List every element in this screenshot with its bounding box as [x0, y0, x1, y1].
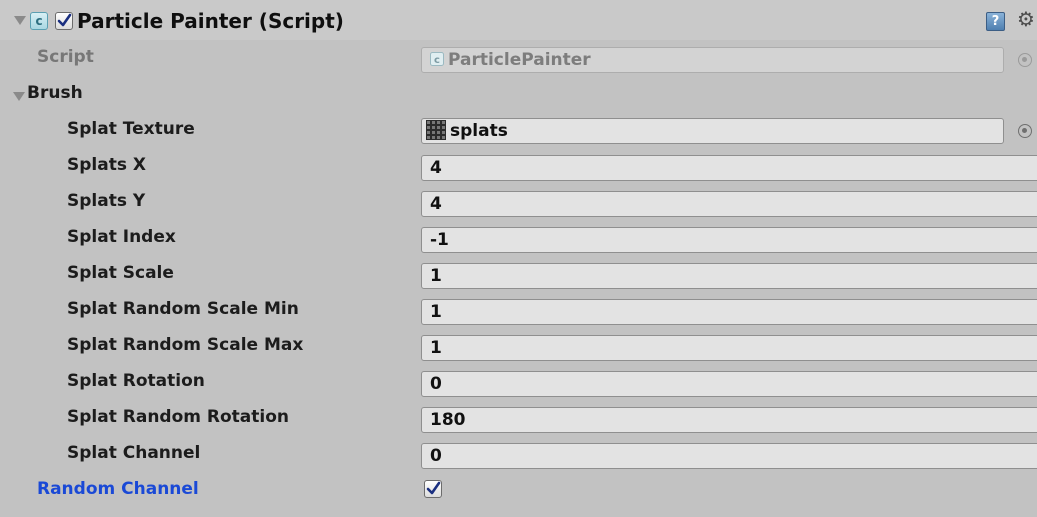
splats-x-field[interactable]: 4: [421, 155, 1037, 181]
splat-random-scale-max-field[interactable]: 1: [421, 335, 1037, 361]
splat-texture-field[interactable]: splats: [421, 118, 1004, 144]
splat-rotation-field[interactable]: 0: [421, 371, 1037, 397]
splat-random-rotation-field[interactable]: 180: [421, 407, 1037, 433]
random-channel-label: Random Channel: [37, 479, 199, 499]
splat-index-field[interactable]: -1: [421, 227, 1037, 253]
component-header[interactable]: c Particle Painter (Script) ? ⚙: [0, 0, 1037, 40]
csharp-script-icon: c: [430, 51, 444, 66]
foldout-arrow-icon[interactable]: [14, 16, 26, 25]
splat-scale-field[interactable]: 1: [421, 263, 1037, 289]
svg-text:c: c: [434, 55, 440, 66]
script-value: ParticlePainter: [448, 50, 591, 70]
splat-random-scale-min-field[interactable]: 1: [421, 299, 1037, 325]
checkmark-icon: [426, 481, 441, 495]
splat-rotation-label: Splat Rotation: [67, 371, 205, 391]
component-title: Particle Painter (Script): [77, 9, 344, 33]
random-channel-checkbox[interactable]: [424, 480, 442, 498]
splats-y-label: Splats Y: [67, 191, 146, 211]
splat-random-rotation-label: Splat Random Rotation: [67, 407, 290, 427]
splat-scale-label: Splat Scale: [67, 263, 174, 283]
checkmark-icon: [57, 13, 72, 27]
splat-index-label: Splat Index: [67, 227, 176, 247]
splat-texture-label: Splat Texture: [67, 119, 195, 139]
component-enabled-checkbox[interactable]: [55, 12, 73, 30]
splat-random-scale-min-label: Splat Random Scale Min: [67, 299, 299, 319]
inspector-panel: c Particle Painter (Script) ? ⚙ Script c…: [0, 0, 1037, 517]
splats-y-field[interactable]: 4: [421, 191, 1037, 217]
script-label: Script: [37, 47, 94, 67]
object-picker-icon[interactable]: [1018, 124, 1032, 138]
splat-random-scale-max-label: Splat Random Scale Max: [67, 335, 304, 355]
splat-texture-value: splats: [450, 121, 508, 141]
splats-x-label: Splats X: [67, 155, 146, 175]
object-picker-icon: [1018, 53, 1032, 67]
splat-channel-label: Splat Channel: [67, 443, 201, 463]
script-field: c ParticlePainter: [421, 47, 1004, 73]
texture-icon: [426, 119, 446, 140]
brush-foldout-arrow-icon[interactable]: [13, 92, 25, 101]
csharp-script-icon: c: [30, 12, 48, 30]
splat-channel-field[interactable]: 0: [421, 443, 1037, 469]
gear-icon[interactable]: ⚙: [1015, 8, 1037, 30]
help-icon[interactable]: ?: [986, 12, 1005, 31]
brush-foldout-label[interactable]: Brush: [27, 83, 83, 103]
